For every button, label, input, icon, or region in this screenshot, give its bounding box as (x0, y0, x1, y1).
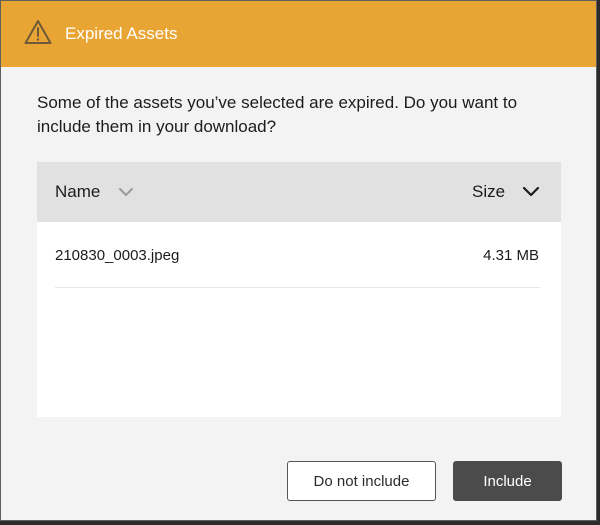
column-header-size[interactable]: Size (472, 182, 505, 202)
do-not-include-button[interactable]: Do not include (287, 461, 436, 501)
chevron-down-icon[interactable] (522, 185, 540, 198)
dialog-message: Some of the assets you’ve selected are e… (37, 93, 518, 136)
asset-name: 210830_0003.jpeg (55, 247, 180, 264)
table-header: Name Size (37, 162, 561, 222)
warning-triangle-icon (24, 19, 52, 45)
table-row: 210830_0003.jpeg 4.31 MB (55, 222, 540, 288)
chevron-down-icon[interactable] (118, 185, 134, 197)
dialog-header: Expired Assets (1, 1, 596, 67)
expired-assets-dialog: Expired Assets Some of the assets you’ve… (0, 0, 597, 521)
dialog-title: Expired Assets (65, 24, 178, 43)
include-button[interactable]: Include (453, 461, 562, 501)
column-header-name[interactable]: Name (55, 182, 100, 202)
asset-size: 4.31 MB (483, 247, 539, 264)
assets-table: Name Size 210830_0003.jpeg 4.31 MB (37, 162, 561, 417)
